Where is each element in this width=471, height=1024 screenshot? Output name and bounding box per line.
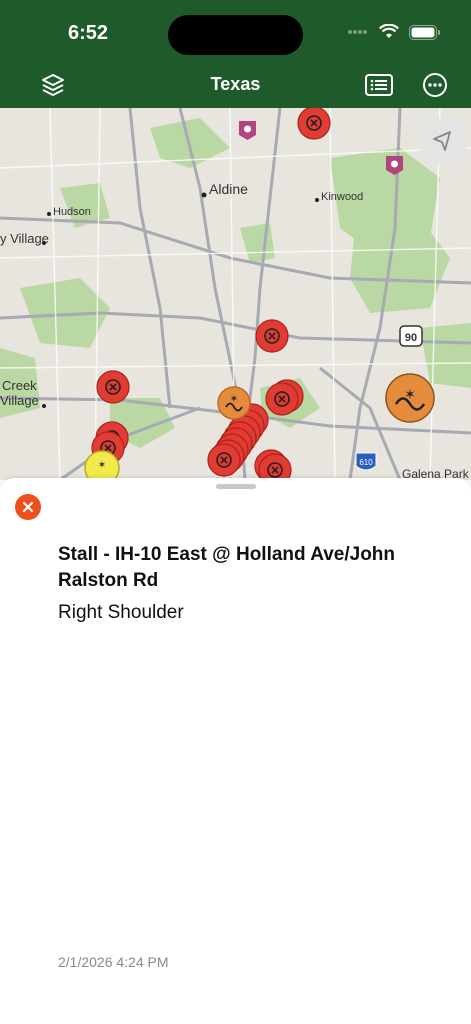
svg-text:✶: ✶ [98,460,106,471]
place-hudson: Hudson [53,206,91,218]
caution-marker[interactable]: ✶ [84,450,120,480]
svg-text:90: 90 [405,332,417,344]
sheet-grabber[interactable] [216,484,256,489]
closure-marker-icon[interactable] [207,443,241,477]
wifi-icon [379,24,399,38]
aldine-dot [201,192,207,198]
kinwood-dot [315,198,319,202]
incident-subtitle: Right Shoulder [58,602,184,623]
closure-marker-icon[interactable] [258,453,292,480]
svg-text:✶: ✶ [404,387,416,403]
map-view[interactable]: Aldine Kinwood Hudson y Village Creek Vi… [0,108,471,480]
dynamic-island [168,15,303,55]
battery-icon [409,24,440,40]
more-button[interactable] [420,70,450,100]
place-village-1: y Village [0,231,49,246]
nav-bar: Texas [0,62,471,108]
place-creek: Creek [2,378,37,393]
svg-text:610: 610 [359,458,373,467]
more-icon [423,73,447,97]
place-village-2: Village [0,393,39,408]
list-icon [365,74,393,96]
close-icon [22,501,34,513]
incident-sheet: Stall - IH-10 East @ Holland Ave/John Ra… [0,478,471,1024]
place-aldine: Aldine [209,181,248,197]
map-canvas[interactable]: Aldine Kinwood Hudson y Village Creek Vi… [0,108,471,480]
closure-marker-icon[interactable] [255,319,289,353]
highway-shield-90: 90 [399,325,423,347]
close-button[interactable] [15,494,41,520]
closure-marker-icon[interactable] [96,370,130,404]
list-button[interactable] [362,70,396,100]
place-kinwood: Kinwood [321,191,363,203]
status-icons [347,24,441,40]
incident-title: Stall - IH-10 East @ Holland Ave/John Ra… [58,544,396,591]
locate-button[interactable] [420,118,466,164]
page-title: Texas [210,74,261,94]
status-bar: 6:52 [0,0,471,62]
village-dot [42,241,46,245]
closure-marker-icon[interactable] [265,382,299,416]
status-time: 6:52 [68,22,109,44]
crash-marker[interactable]: ✶ [217,386,251,420]
hudson-dot [47,212,51,216]
cellular-icon [348,30,367,34]
crash-cluster-marker[interactable]: ✶ [385,373,435,423]
village2-dot [42,404,46,408]
closure-marker-icon[interactable] [297,108,331,140]
incident-timestamp: 2/1/2026 4:24 PM [58,954,169,970]
highway-shield-610: 610 [355,452,377,471]
svg-text:✶: ✶ [230,394,238,405]
